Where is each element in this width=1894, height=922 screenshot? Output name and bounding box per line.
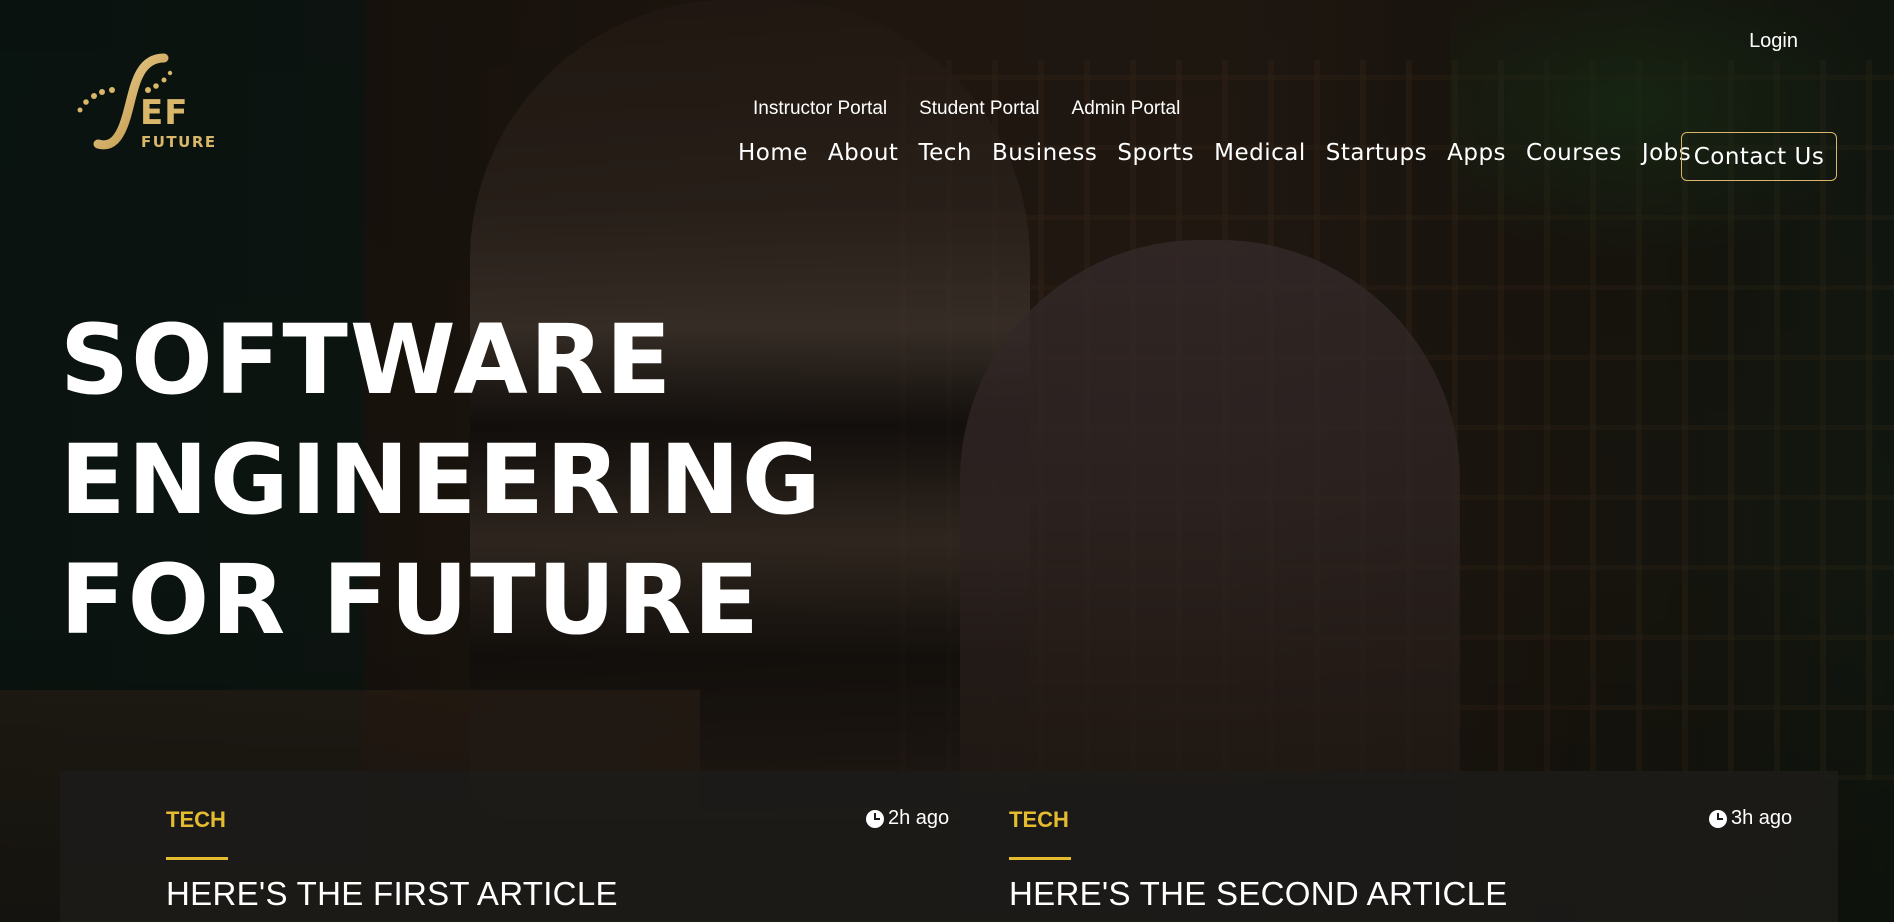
login-link[interactable]: Login (1749, 30, 1798, 53)
clock-icon (866, 809, 884, 828)
category-underline (1009, 857, 1071, 860)
main-nav: Home About Tech Business Sports Medical … (738, 140, 1711, 166)
category-underline (166, 857, 228, 860)
article-time: 3h ago (1709, 807, 1792, 830)
nav-medical[interactable]: Medical (1214, 140, 1306, 166)
headline-line: FOR FUTURE (60, 544, 761, 656)
nav-business[interactable]: Business (992, 140, 1097, 166)
hero-headline: SOFTWARE ENGINEERING FOR FUTURE (60, 300, 823, 660)
portal-nav: Instructor Portal Student Portal Admin P… (753, 98, 1180, 120)
contact-us-button[interactable]: Contact Us (1681, 132, 1837, 181)
hero-section: EF FUTURE Login Instructor Portal Studen… (0, 0, 1894, 922)
clock-icon (1709, 809, 1727, 828)
nav-startups[interactable]: Startups (1326, 140, 1427, 166)
article-title[interactable]: HERE'S THE FIRST ARTICLE (166, 875, 618, 913)
headline-line: ENGINEERING (60, 424, 823, 536)
articles-strip: TECH 2h ago HERE'S THE FIRST ARTICLE TEC… (60, 771, 1838, 922)
article-time: 2h ago (866, 807, 949, 830)
nav-courses[interactable]: Courses (1526, 140, 1622, 166)
nav-about[interactable]: About (828, 140, 899, 166)
logo-text: EF (140, 93, 189, 133)
article-category[interactable]: TECH (1009, 807, 1069, 833)
student-portal-link[interactable]: Student Portal (919, 98, 1039, 120)
article-time-text: 3h ago (1731, 807, 1793, 829)
headline-line: SOFTWARE (60, 304, 674, 416)
logo-subtext: FUTURE (141, 133, 217, 151)
article-title[interactable]: HERE'S THE SECOND ARTICLE (1009, 875, 1508, 913)
article-category[interactable]: TECH (166, 807, 226, 833)
instructor-portal-link[interactable]: Instructor Portal (753, 98, 887, 120)
article-time-text: 2h ago (888, 807, 950, 829)
nav-tech[interactable]: Tech (918, 140, 972, 166)
admin-portal-link[interactable]: Admin Portal (1072, 98, 1181, 120)
nav-home[interactable]: Home (738, 140, 808, 166)
nav-apps[interactable]: Apps (1447, 140, 1506, 166)
nav-sports[interactable]: Sports (1117, 140, 1194, 166)
